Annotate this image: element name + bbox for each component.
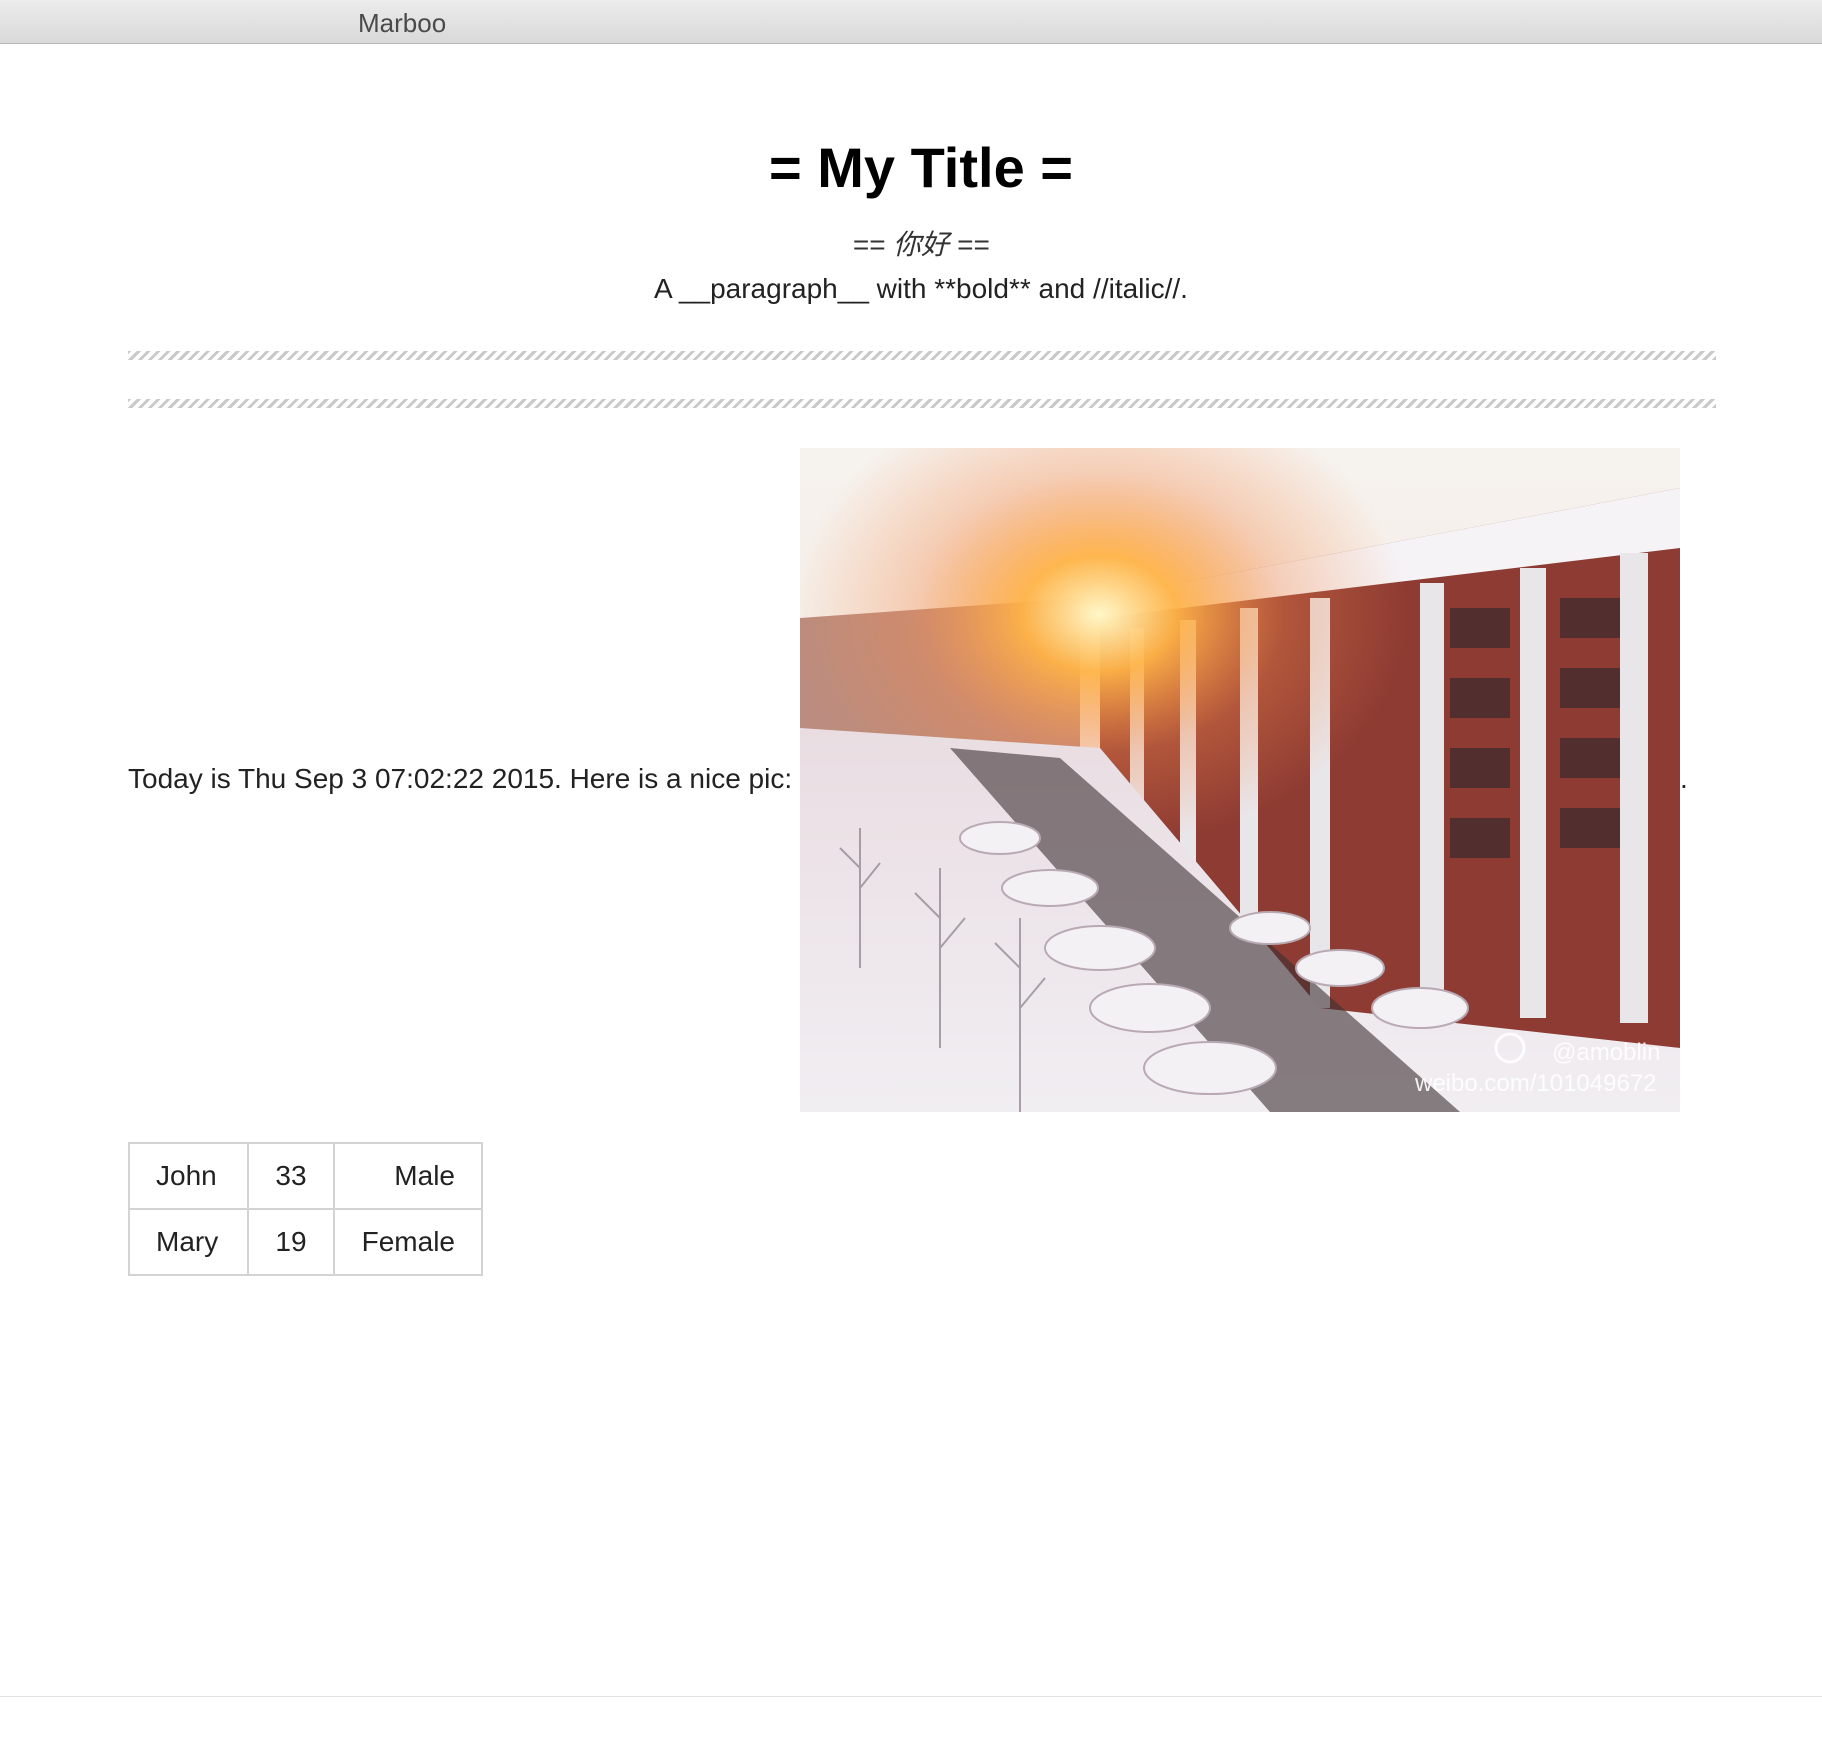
- table-cell-age: 33: [247, 1142, 335, 1210]
- pic-caption-text: Today is Thu Sep 3 07:02:22 2015. Here i…: [128, 763, 793, 794]
- table-cell-sex: Female: [333, 1208, 483, 1276]
- horizontal-rule: [128, 399, 1716, 408]
- horizontal-rule: [128, 351, 1716, 360]
- window-titlebar[interactable]: Marboo: [0, 0, 1822, 44]
- table-row: Mary 19 Female: [128, 1208, 483, 1276]
- page-title: = My Title =: [769, 136, 1073, 199]
- people-table: John 33 Male Mary 19 Female: [128, 1142, 483, 1276]
- table-cell-name: Mary: [128, 1208, 249, 1276]
- page-subtitle: == 你好 ==: [852, 229, 990, 260]
- pic-caption-period: .: [1680, 763, 1688, 794]
- app-title: Marboo: [358, 8, 447, 38]
- intro-paragraph: A __paragraph__ with **bold** and //ital…: [654, 273, 1188, 304]
- photo-watermark-handle: @amoblin: [1552, 1039, 1660, 1066]
- table-cell-age: 19: [247, 1208, 335, 1276]
- table-cell-name: John: [128, 1142, 249, 1210]
- table-row: John 33 Male: [128, 1142, 483, 1210]
- table-cell-sex: Male: [333, 1142, 483, 1210]
- window-bottom-divider: [0, 1696, 1822, 1697]
- photo-watermark-url: weibo.com/101049672: [1414, 1070, 1657, 1097]
- snowy-street-photo: @amoblin weibo.com/101049672: [800, 448, 1680, 1112]
